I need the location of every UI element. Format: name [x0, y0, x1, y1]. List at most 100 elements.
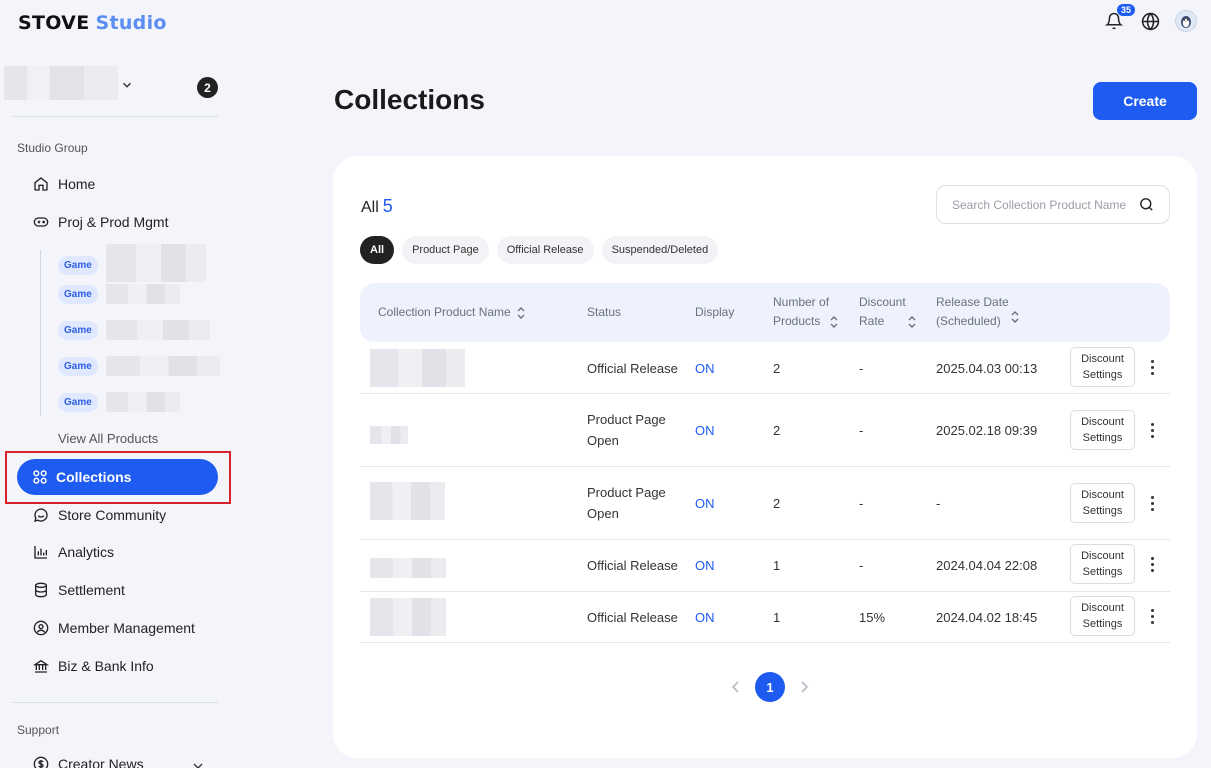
- discount-settings-button[interactable]: Discount Settings: [1070, 483, 1135, 523]
- col-release-date[interactable]: Release Date (Scheduled): [936, 293, 1019, 331]
- section-support: Support: [17, 723, 60, 737]
- language-button[interactable]: [1139, 10, 1161, 32]
- table-row[interactable]: Product Page Open ON 2 - - Discount Settin…: [360, 467, 1170, 540]
- stove-studio-logo[interactable]: STOVE Studio: [18, 12, 167, 34]
- display-cell[interactable]: ON: [695, 540, 715, 591]
- col-number-of-products[interactable]: Number of Products: [773, 293, 838, 331]
- sidebar-item-biz-bank[interactable]: Biz & Bank Info: [33, 658, 154, 674]
- discount-cell: -: [859, 558, 864, 573]
- user-avatar[interactable]: [1175, 10, 1197, 32]
- sidebar-item-label: Settlement: [58, 582, 125, 598]
- count-cell: 1: [773, 609, 781, 625]
- redacted-product-name: [105, 284, 180, 304]
- display-cell[interactable]: ON: [695, 592, 715, 642]
- game-product-item[interactable]: Game: [58, 284, 180, 304]
- release-cell: 2024.04.04 22:08: [936, 558, 1038, 573]
- search-box[interactable]: [936, 185, 1170, 224]
- redacted-product-name: [105, 392, 180, 412]
- col-collection-name[interactable]: Collection Product Name: [378, 303, 525, 322]
- table-row[interactable]: Official Release ON 1 - 2024.04.04 22:08…: [360, 540, 1170, 592]
- redacted-collection-name: [370, 349, 465, 387]
- all-count-number: 5: [382, 196, 393, 216]
- table-header: Collection Product Name Status Display N…: [360, 283, 1170, 342]
- filter-product-page[interactable]: Product Page: [402, 236, 489, 264]
- release-cell: 2024.04.02 18:45: [936, 609, 1038, 625]
- more-options-icon[interactable]: [1146, 554, 1158, 574]
- status-line2: Open: [587, 433, 619, 448]
- page-title: Collections: [334, 84, 485, 115]
- game-tag: Game: [58, 320, 98, 340]
- bank-icon: [33, 659, 49, 673]
- sidebar-item-store-community[interactable]: Store Community: [33, 507, 166, 523]
- count-cell: 2: [773, 422, 781, 438]
- game-product-item[interactable]: Game: [58, 320, 210, 340]
- table-row[interactable]: Product Page Open ON 2 - 2025.02.18 09:39…: [360, 394, 1170, 467]
- studio-count-badge: 2: [197, 77, 218, 98]
- user-circle-icon: [33, 620, 49, 636]
- sidebar-item-home[interactable]: Home: [33, 176, 95, 192]
- discount-settings-button[interactable]: Discount Settings: [1070, 544, 1135, 584]
- logo-primary: STOVE: [18, 12, 90, 34]
- sidebar-item-creator-news[interactable]: Creator News: [33, 756, 208, 768]
- sort-icon[interactable]: [830, 315, 838, 328]
- bar-chart-icon: [34, 546, 47, 559]
- chevron-down-icon: [193, 763, 203, 768]
- game-tag: Game: [58, 284, 98, 304]
- game-tag: Game: [58, 255, 98, 275]
- col-discount-rate[interactable]: Discount Rate: [859, 293, 916, 331]
- discount-settings-button[interactable]: Discount Settings: [1070, 596, 1135, 636]
- section-studio-group: Studio Group: [17, 141, 88, 155]
- column-label-line2: (Scheduled): [936, 314, 1001, 328]
- game-product-item[interactable]: Game: [58, 392, 180, 412]
- studio-selector[interactable]: [4, 66, 118, 100]
- prev-page-icon[interactable]: [731, 681, 741, 693]
- notification-bell-button[interactable]: 35: [1103, 4, 1135, 32]
- view-all-products-link[interactable]: View All Products: [58, 431, 158, 446]
- more-options-icon[interactable]: [1146, 357, 1158, 377]
- sidebar-item-label: Store Community: [58, 507, 167, 523]
- sort-icon[interactable]: [517, 306, 525, 319]
- count-cell: 2: [773, 360, 781, 376]
- page-number-current[interactable]: 1: [755, 672, 785, 702]
- sidebar-item-label: Proj & Prod Mgmt: [58, 214, 169, 230]
- table-row[interactable]: Official Release ON 1 15% 2024.04.02 18:…: [360, 592, 1170, 643]
- more-options-icon[interactable]: [1146, 493, 1158, 513]
- chevron-down-icon[interactable]: [120, 78, 134, 92]
- more-options-icon[interactable]: [1146, 420, 1158, 440]
- search-icon[interactable]: [1138, 196, 1155, 213]
- sort-icon[interactable]: [908, 315, 916, 328]
- sort-icon[interactable]: [1011, 310, 1019, 323]
- sidebar-item-label: Home: [58, 176, 96, 192]
- table-row[interactable]: Official Release ON 2 - 2025.04.03 00:13…: [360, 343, 1170, 394]
- search-input[interactable]: [952, 197, 1138, 212]
- sidebar-item-analytics[interactable]: Analytics: [33, 544, 114, 560]
- count-cell: 2: [773, 495, 781, 511]
- redacted-product-name: [105, 320, 210, 340]
- filter-suspended-deleted[interactable]: Suspended/Deleted: [601, 236, 719, 264]
- display-cell[interactable]: ON: [695, 394, 715, 466]
- redacted-collection-name: [370, 426, 408, 444]
- sidebar-item-settlement[interactable]: Settlement: [33, 582, 125, 598]
- filter-all[interactable]: All: [360, 236, 395, 264]
- discount-cell: -: [859, 360, 864, 376]
- discount-cell: 15%: [859, 609, 886, 625]
- button-label-line1: Discount: [1081, 353, 1124, 365]
- sidebar-item-member-management[interactable]: Member Management: [33, 620, 195, 636]
- discount-settings-button[interactable]: Discount Settings: [1070, 347, 1135, 387]
- sidebar-item-label: Biz & Bank Info: [58, 658, 154, 674]
- sidebar-item-proj-prod[interactable]: Proj & Prod Mgmt: [33, 214, 168, 230]
- filter-official-release[interactable]: Official Release: [496, 236, 594, 264]
- game-product-item[interactable]: Game: [58, 356, 220, 376]
- sidebar-item-label: Creator News: [58, 756, 144, 768]
- game-product-item[interactable]: Game: [58, 244, 206, 282]
- discount-settings-button[interactable]: Discount Settings: [1070, 410, 1135, 450]
- next-page-icon[interactable]: [799, 681, 809, 693]
- sidebar-divider: [13, 702, 218, 703]
- display-cell[interactable]: ON: [695, 343, 715, 393]
- display-cell[interactable]: ON: [695, 467, 715, 539]
- more-options-icon[interactable]: [1146, 606, 1158, 626]
- all-label: All: [361, 199, 379, 216]
- logo-secondary: Studio: [95, 12, 167, 34]
- column-label-line1: Release Date: [936, 295, 1009, 309]
- create-button[interactable]: Create: [1093, 82, 1197, 120]
